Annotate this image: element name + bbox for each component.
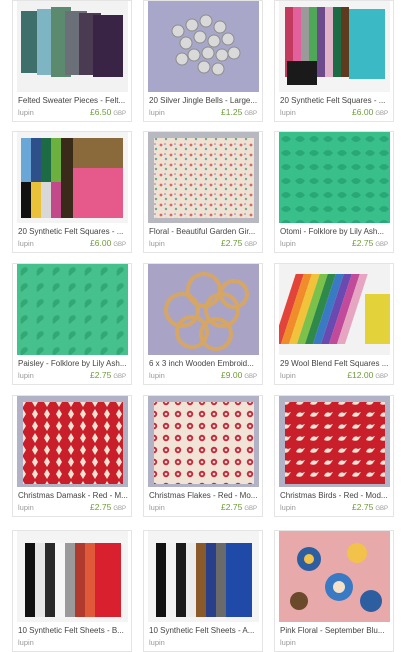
shop-name[interactable]: lupin [149,239,165,248]
listing-price: £1.25 GBP [221,107,257,117]
listing-image[interactable] [148,264,259,355]
listing-image[interactable] [17,531,128,622]
listing-title[interactable]: Felted Sweater Pieces - Felt... [18,96,128,105]
listing-title[interactable]: Christmas Damask - Red - M... [18,491,128,500]
listing-title[interactable]: Paisley - Folklore by Lily Ash... [18,359,128,368]
listing-card[interactable]: Christmas Flakes - Red - Mo... lupin £2.… [143,395,263,517]
price-currency: GBP [244,111,257,117]
price-currency: GBP [113,242,126,248]
listing-image[interactable] [17,396,128,487]
listing-price: £9.00 GBP [221,370,257,380]
listing-image[interactable] [279,531,390,622]
listing-card[interactable]: Floral - Beautiful Garden Gir... lupin £… [143,131,263,253]
price-currency: GBP [113,374,126,380]
price-value: £6.00 [90,238,112,248]
listing-card[interactable]: 10 Synthetic Felt Sheets - B... lupin [12,530,132,652]
listing-title[interactable]: Floral - Beautiful Garden Gir... [149,227,259,236]
listing-title[interactable]: Otomi - Folklore by Lily Ash... [280,227,390,236]
listing-card[interactable]: 6 x 3 inch Wooden Embroid... lupin £9.00… [143,263,263,385]
listing-title[interactable]: 6 x 3 inch Wooden Embroid... [149,359,259,368]
price-currency: GBP [244,374,257,380]
listing-image[interactable] [17,132,128,223]
shop-name[interactable]: lupin [280,503,296,512]
listing-price [124,637,126,647]
listing-image[interactable] [17,1,128,92]
listing-title[interactable]: 29 Wool Blend Felt Squares ... [280,359,390,368]
listing-image[interactable] [148,531,259,622]
listing-card[interactable]: Otomi - Folklore by Lily Ash... lupin £2… [274,131,394,253]
shop-name[interactable]: lupin [18,503,34,512]
price-value: £2.75 [352,238,374,248]
shop-name[interactable]: lupin [18,371,34,380]
price-currency: GBP [375,374,388,380]
shop-name[interactable]: lupin [18,239,34,248]
listing-price: £2.75 GBP [352,502,388,512]
listing-image[interactable] [279,264,390,355]
listing-card[interactable]: 29 Wool Blend Felt Squares ... lupin £12… [274,263,394,385]
listing-price: £2.75 GBP [352,238,388,248]
price-value: £2.75 [221,502,243,512]
shop-name[interactable]: lupin [149,638,165,647]
listing-price: £2.75 GBP [221,502,257,512]
listing-title[interactable]: 10 Synthetic Felt Sheets - B... [18,626,128,635]
price-currency: GBP [375,111,388,117]
price-currency: GBP [244,506,257,512]
shop-name[interactable]: lupin [280,108,296,117]
price-value: £2.75 [221,238,243,248]
listing-title[interactable]: 20 Silver Jingle Bells - Large... [149,96,259,105]
listing-price: £6.50 GBP [90,107,126,117]
listing-card[interactable]: Paisley - Folklore by Lily Ash... lupin … [12,263,132,385]
listing-card[interactable]: 10 Synthetic Felt Sheets - A... lupin [143,530,263,652]
shop-name[interactable]: lupin [149,108,165,117]
listing-card[interactable]: Pink Floral - September Blu... lupin [274,530,394,652]
price-currency: GBP [244,242,257,248]
price-value: £1.25 [221,107,243,117]
price-value: £2.75 [90,370,112,380]
price-value: £2.75 [352,502,374,512]
listing-price: £2.75 GBP [221,238,257,248]
price-value: £9.00 [221,370,243,380]
shop-name[interactable]: lupin [18,638,34,647]
listing-image[interactable] [279,396,390,487]
price-currency: GBP [113,111,126,117]
price-value: £12.00 [347,370,374,380]
listing-card[interactable]: 20 Synthetic Felt Squares - ... lupin £6… [12,131,132,253]
price-currency: GBP [113,506,126,512]
listing-price: £6.00 GBP [90,238,126,248]
listing-image[interactable] [148,132,259,223]
listing-card[interactable]: 20 Silver Jingle Bells - Large... lupin … [143,0,263,122]
shop-name[interactable]: lupin [149,371,165,380]
price-currency: GBP [375,506,388,512]
listing-image[interactable] [148,396,259,487]
listing-price: £12.00 GBP [347,370,388,380]
listing-card[interactable]: Christmas Damask - Red - M... lupin £2.7… [12,395,132,517]
listing-price: £6.00 GBP [352,107,388,117]
listing-image[interactable] [17,264,128,355]
shop-name[interactable]: lupin [280,371,296,380]
listing-title[interactable]: Pink Floral - September Blu... [280,626,390,635]
price-currency: GBP [375,242,388,248]
listing-title[interactable]: 20 Synthetic Felt Squares - ... [280,96,390,105]
listing-price: £2.75 GBP [90,370,126,380]
listing-title[interactable]: 10 Synthetic Felt Sheets - A... [149,626,259,635]
listing-price [386,637,388,647]
listing-card[interactable]: Christmas Birds - Red - Mod... lupin £2.… [274,395,394,517]
listing-card[interactable]: Felted Sweater Pieces - Felt... lupin £6… [12,0,132,122]
listing-price: £2.75 GBP [90,502,126,512]
price-value: £2.75 [90,502,112,512]
shop-name[interactable]: lupin [149,503,165,512]
listing-title[interactable]: Christmas Birds - Red - Mod... [280,491,390,500]
listing-price [255,637,257,647]
listing-image[interactable] [279,132,390,223]
listing-card[interactable]: 20 Synthetic Felt Squares - ... lupin £6… [274,0,394,122]
listing-title[interactable]: Christmas Flakes - Red - Mo... [149,491,259,500]
shop-name[interactable]: lupin [280,239,296,248]
shop-name[interactable]: lupin [280,638,296,647]
listing-title[interactable]: 20 Synthetic Felt Squares - ... [18,227,128,236]
price-value: £6.50 [90,107,112,117]
shop-name[interactable]: lupin [18,108,34,117]
price-value: £6.00 [352,107,374,117]
listing-image[interactable] [148,1,259,92]
listing-image[interactable] [279,1,390,92]
